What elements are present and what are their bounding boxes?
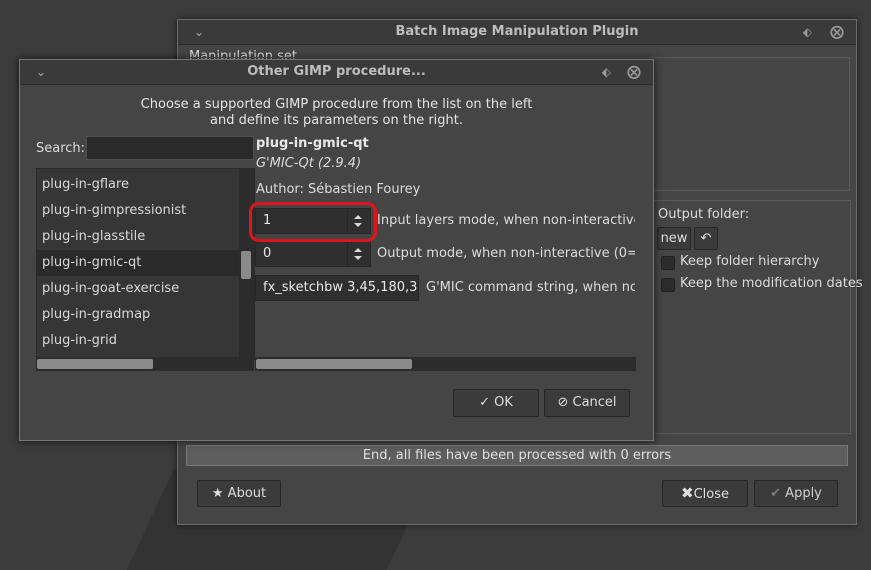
list-item[interactable]: plug-in-grid	[37, 328, 254, 354]
instructions: Choose a supported GIMP procedure from t…	[20, 97, 653, 129]
undo-folder-button[interactable]: ↶	[694, 227, 718, 250]
params-hscroll-thumb[interactable]	[256, 359, 412, 369]
output-mode-value: 0	[263, 246, 272, 261]
apply-button[interactable]: ✔ Apply	[754, 480, 838, 507]
dialog-menu-icon[interactable]: ⌄	[36, 60, 46, 84]
minimize-icon[interactable]: ⬖	[803, 20, 812, 44]
window-menu-icon[interactable]: ⌄	[194, 20, 204, 44]
other-procedure-dialog: ⌄ Other GIMP procedure... ⬖ ⨂ Choose a s…	[19, 59, 654, 441]
ok-button[interactable]: ✓ OK	[453, 389, 539, 417]
undo-icon: ↶	[700, 231, 712, 246]
close-button[interactable]: ✖Close	[662, 480, 748, 507]
ok-check-icon: ✓	[479, 395, 490, 410]
list-hscroll-track[interactable]	[36, 357, 254, 371]
dialog-close-icon[interactable]: ⨂	[627, 60, 641, 84]
instructions-line1: Choose a supported GIMP procedure from t…	[140, 97, 533, 112]
list-item[interactable]: plug-in-gradmap	[37, 302, 254, 328]
list-item[interactable]: plug-in-glasstile	[37, 224, 254, 250]
star-icon: ★	[211, 486, 224, 501]
output-folder-label: Output folder:	[658, 207, 750, 222]
keep-dates-label: Keep the modification dates	[680, 276, 863, 291]
list-item-selected[interactable]: plug-in-gmic-qt	[37, 250, 254, 276]
bimp-titlebar: ⌄ Batch Image Manipulation Plugin ⬖ ⨂	[178, 20, 856, 45]
about-button[interactable]: ★ About	[197, 480, 281, 507]
list-item[interactable]: plug-in-gimpressionist	[37, 198, 254, 224]
search-label: Search:	[36, 141, 86, 156]
dialog-minimize-icon[interactable]: ⬖	[602, 60, 611, 84]
cancel-icon: ⊘	[557, 395, 569, 410]
close-label: Close	[693, 487, 729, 502]
keep-dates-checkbox[interactable]	[661, 278, 675, 292]
gmic-command-label: G'MIC command string, when non-i	[426, 280, 635, 295]
instructions-line2: and define its parameters on the right.	[209, 113, 464, 128]
output-mode-label: Output mode, when non-interactive (0=in …	[377, 246, 635, 261]
about-label: About	[227, 486, 267, 501]
gmic-command-value: fx_sketchbw 3,45,180,30	[263, 280, 419, 295]
procedure-author: Author: Sébastien Fourey	[256, 182, 421, 197]
gmic-command-input[interactable]: fx_sketchbw 3,45,180,30	[255, 275, 419, 301]
keep-hierarchy-label: Keep folder hierarchy	[680, 254, 820, 269]
list-vscroll-thumb[interactable]	[241, 251, 251, 279]
dialog-titlebar: ⌄ Other GIMP procedure... ⬖ ⨂	[20, 60, 653, 85]
spin-down-icon[interactable]	[354, 256, 362, 260]
bimp-window-title: Batch Image Manipulation Plugin	[395, 24, 639, 39]
close-x-icon: ✖	[681, 484, 694, 502]
new-folder-button[interactable]: new	[657, 227, 691, 250]
status-bar: End, all files have been processed with …	[186, 445, 848, 466]
list-vscroll-track[interactable]	[239, 169, 254, 359]
list-item[interactable]: plug-in-goat-exercise	[37, 276, 254, 302]
list-hscroll-thumb[interactable]	[37, 359, 153, 369]
keep-hierarchy-checkbox[interactable]	[661, 256, 675, 270]
list-item[interactable]: plug-in-gflare	[37, 172, 254, 198]
search-input[interactable]	[86, 136, 254, 160]
cancel-button[interactable]: ⊘ Cancel	[544, 389, 630, 417]
procedure-list[interactable]: plug-in-gflare plug-in-gimpressionist pl…	[36, 168, 255, 360]
dialog-title: Other GIMP procedure...	[247, 64, 426, 79]
cancel-label: Cancel	[572, 395, 617, 410]
spin-up-icon[interactable]	[354, 248, 362, 252]
ok-label: OK	[494, 395, 513, 410]
procedure-name: plug-in-gmic-qt	[256, 136, 369, 151]
apply-label: Apply	[785, 486, 822, 501]
procedure-description: G'MIC-Qt (2.9.4)	[256, 156, 362, 171]
highlight-ring	[249, 202, 377, 242]
input-layers-label: Input layers mode, when non-interactive …	[377, 213, 635, 228]
output-mode-spinbox[interactable]: 0	[255, 241, 371, 267]
checkmark-icon: ✔	[770, 486, 782, 501]
close-icon[interactable]: ⨂	[830, 20, 844, 44]
params-hscroll-track[interactable]	[255, 357, 636, 371]
status-text: End, all files have been processed with …	[362, 448, 672, 463]
